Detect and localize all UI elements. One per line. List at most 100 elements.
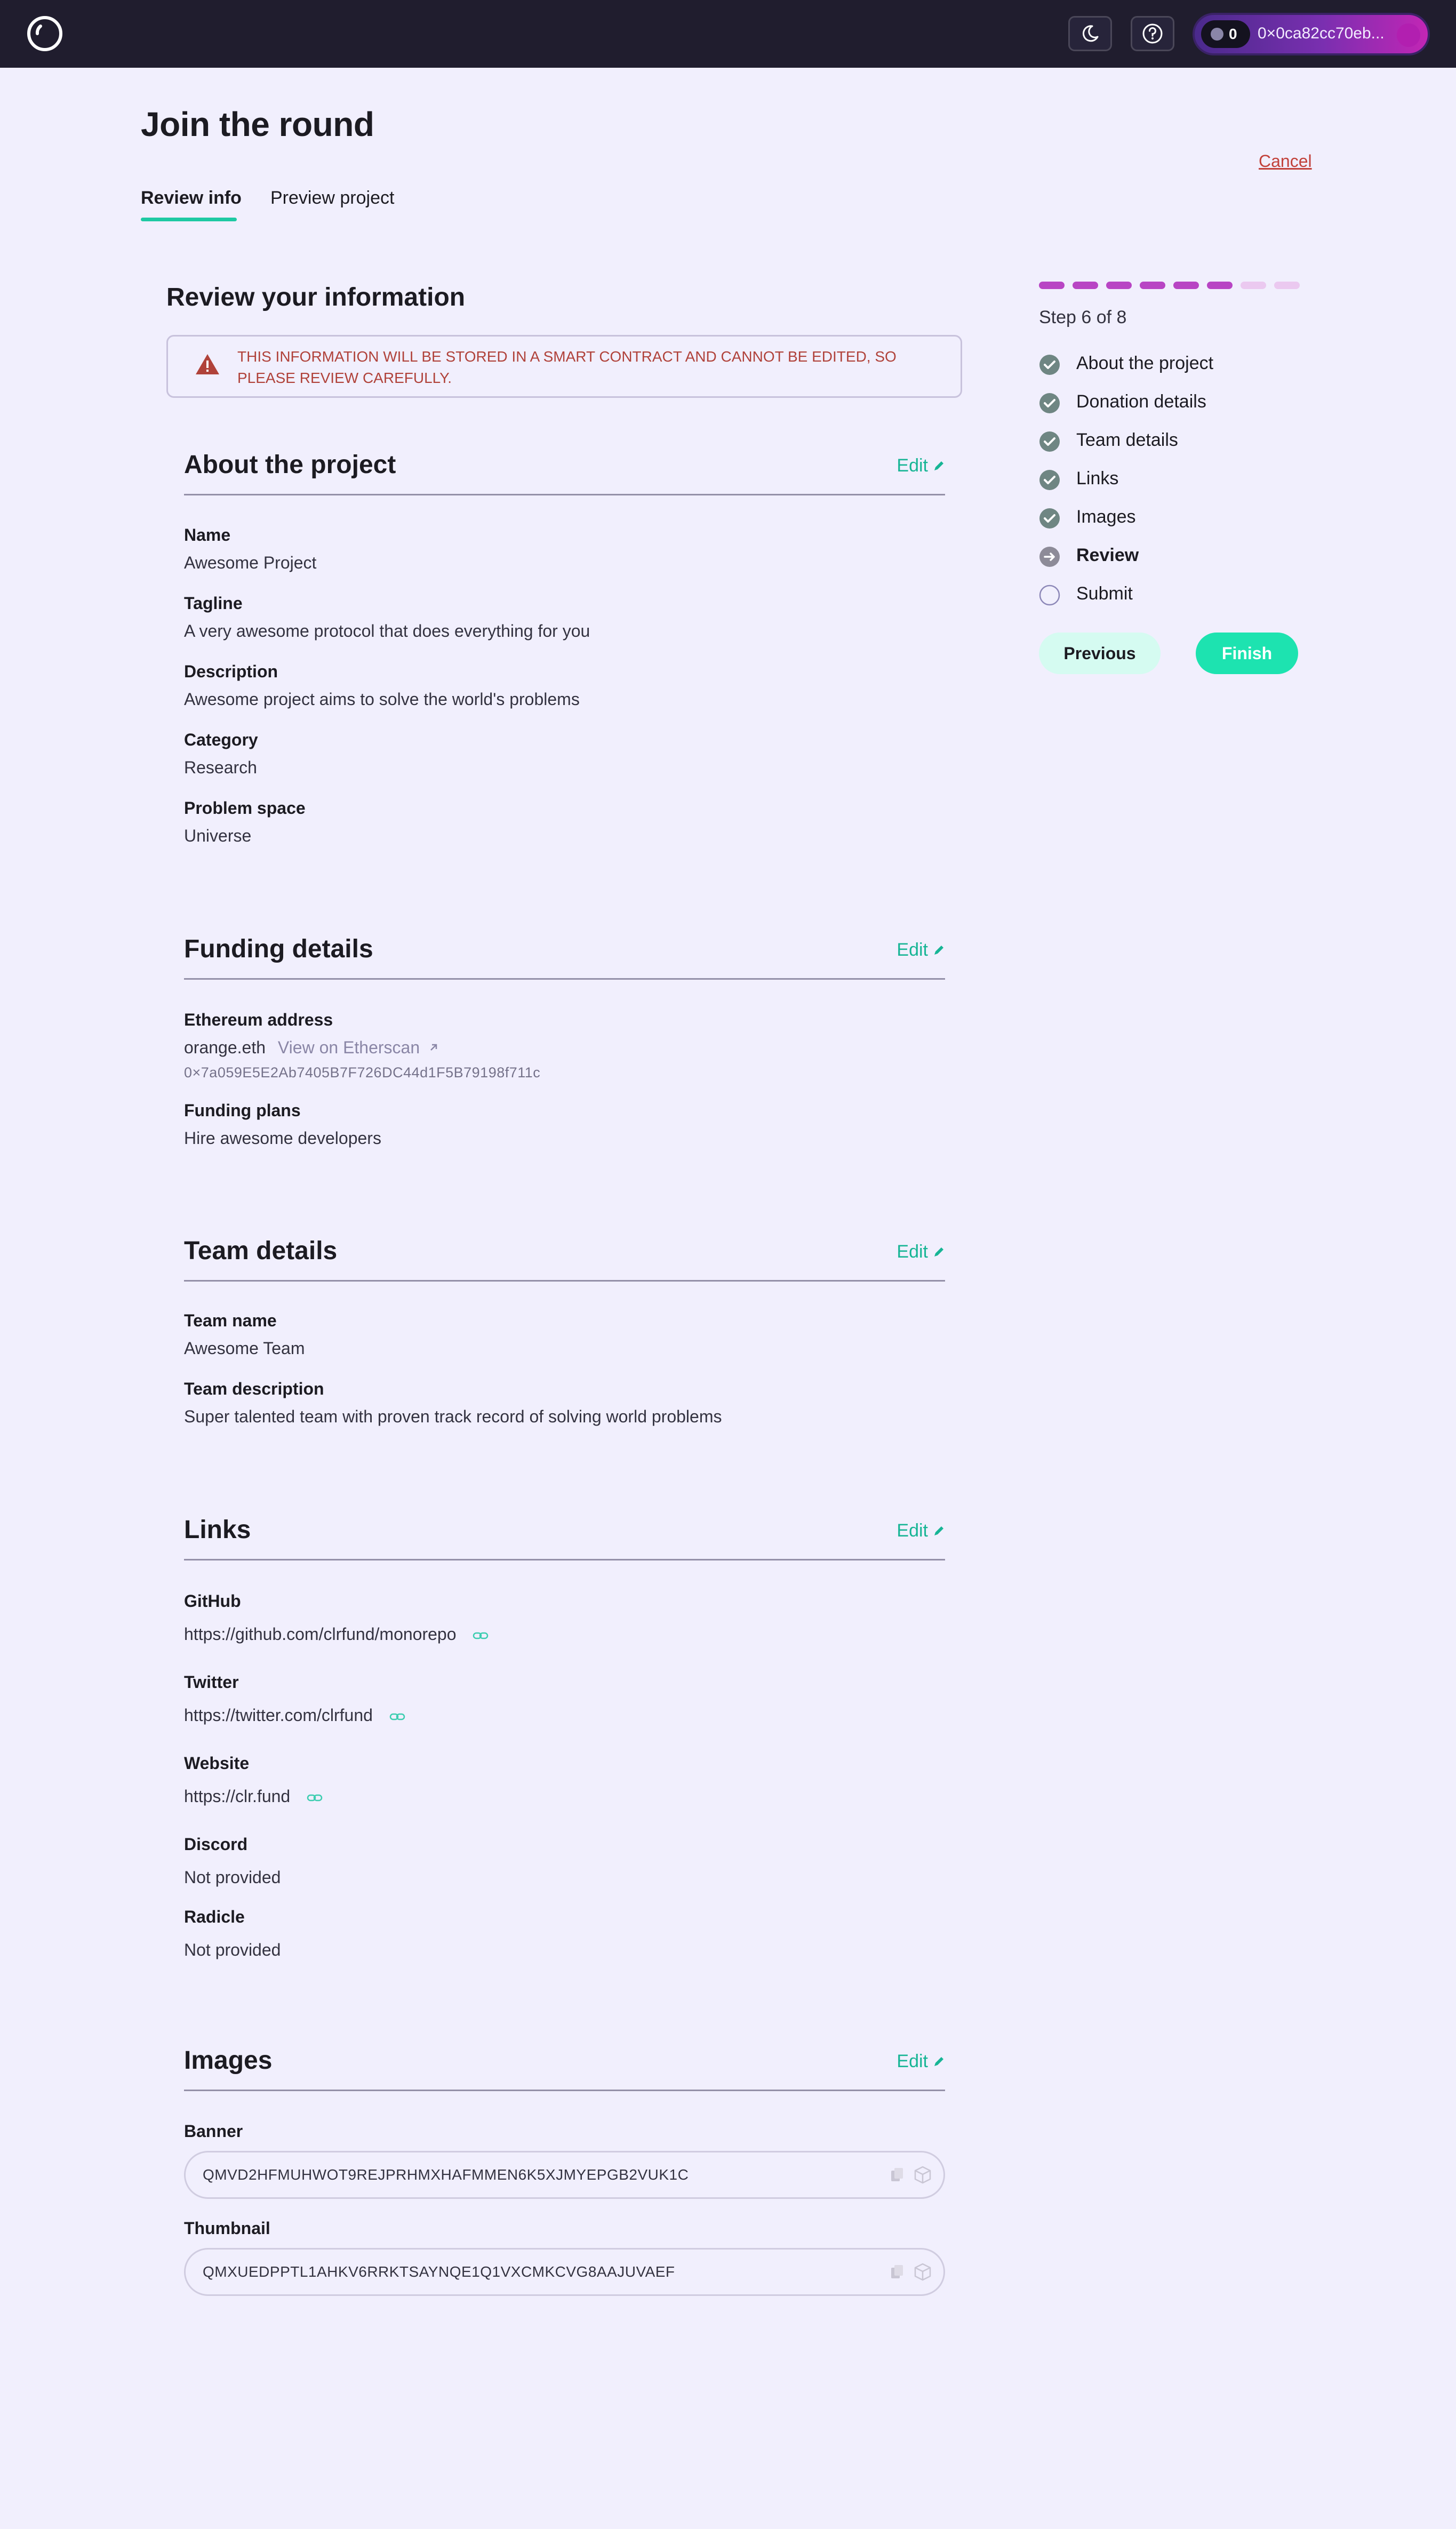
ipfs-cube-icon[interactable] xyxy=(914,2262,932,2282)
check-circle-icon xyxy=(1039,355,1060,375)
empty-circle-icon xyxy=(1039,585,1060,606)
field-label: Banner xyxy=(184,2122,243,2141)
cancel-link[interactable]: Cancel xyxy=(1259,151,1312,171)
section-header: Funding details Edit xyxy=(184,927,945,980)
field-value: Research xyxy=(184,758,257,777)
field-label: Tagline xyxy=(184,594,243,613)
check-circle-icon xyxy=(1039,393,1060,413)
page-title: Join the round xyxy=(141,105,374,143)
field-value: Not provided xyxy=(184,1940,281,1959)
check-circle-icon xyxy=(1039,470,1060,490)
field-label: Twitter xyxy=(184,1672,239,1692)
wallet-balance-value: 0 xyxy=(1229,26,1237,42)
images-section: Images Edit Banner QMVD2HFMUHWOT9REJPRHM… xyxy=(184,2038,945,2296)
field-label: Thumbnail xyxy=(184,2219,270,2238)
check-circle-icon xyxy=(1039,508,1060,529)
funding-details-section: Funding details Edit Ethereum address or… xyxy=(184,927,945,1148)
wallet-avatar xyxy=(1397,23,1420,47)
etherscan-label: View on Etherscan xyxy=(277,1038,420,1057)
copy-icon[interactable] xyxy=(889,2166,905,2183)
etherscan-link[interactable]: View on Etherscan xyxy=(278,1038,439,1057)
check-circle-icon xyxy=(1039,431,1060,452)
step-label: Donation details xyxy=(1076,391,1206,412)
field-value: Hire awesome developers xyxy=(184,1129,381,1148)
ens-name: orange.eth xyxy=(184,1038,266,1057)
finish-button[interactable]: Finish xyxy=(1196,633,1298,674)
twitter-link[interactable]: https://twitter.com/clrfund xyxy=(184,1706,373,1725)
website-link-row: https://clr.fund xyxy=(184,1787,323,1806)
field-label: Radicle xyxy=(184,1907,245,1926)
ipfs-cube-icon[interactable] xyxy=(914,2165,932,2184)
section-title: About the project xyxy=(184,451,396,479)
help-button[interactable] xyxy=(1131,16,1174,51)
section-title: Team details xyxy=(184,1237,338,1265)
field-label: Team description xyxy=(184,1379,324,1398)
chain-link-icon[interactable] xyxy=(473,1631,489,1640)
section-header: Team details Edit xyxy=(184,1229,945,1282)
section-header: Links Edit xyxy=(184,1508,945,1560)
field-label: Ethereum address xyxy=(184,1010,333,1029)
section-header: About the project Edit xyxy=(184,443,945,495)
step-label: Links xyxy=(1076,468,1119,489)
chain-link-icon[interactable] xyxy=(307,1794,323,1802)
edit-label: Edit xyxy=(897,2051,928,2071)
warning-triangle-icon xyxy=(196,354,219,374)
wallet-address: 0×0ca82cc70eb... xyxy=(1258,25,1385,42)
field-value: A very awesome protocol that does everyt… xyxy=(184,621,590,641)
links-section: Links Edit GitHub https://github.com/clr… xyxy=(184,1508,945,1959)
question-circle-icon xyxy=(1142,23,1163,44)
section-title: Images xyxy=(184,2046,273,2075)
field-label: Website xyxy=(184,1754,250,1773)
review-heading: Review your information xyxy=(166,283,466,311)
progress-segment xyxy=(1241,282,1266,289)
edit-label: Edit xyxy=(897,1520,928,1541)
section-title: Funding details xyxy=(184,935,373,963)
thumbnail-hash-field: QMXUEDPPTL1AHKV6RRKTSAYNQE1Q1VXCMKCVG8AA… xyxy=(184,2248,945,2296)
edit-team-button[interactable]: Edit xyxy=(897,1242,945,1262)
field-label: GitHub xyxy=(184,1591,241,1611)
field-value: Awesome Project xyxy=(184,553,317,572)
warning-banner: THIS INFORMATION WILL BE STORED IN A SMA… xyxy=(166,335,962,398)
pencil-icon xyxy=(934,1247,943,1257)
progress-segment xyxy=(1173,282,1199,289)
edit-funding-button[interactable]: Edit xyxy=(897,940,945,961)
edit-label: Edit xyxy=(897,1242,928,1262)
field-label: Team name xyxy=(184,1311,277,1330)
field-value: Awesome project aims to solve the world'… xyxy=(184,690,580,709)
ethereum-address: 0×7a059E5E2Ab7405B7F726DC44d1F5B79198f71… xyxy=(184,1065,541,1081)
step-label: About the project xyxy=(1076,353,1214,373)
edit-links-button[interactable]: Edit xyxy=(897,1520,945,1541)
github-link-row: https://github.com/clrfund/monorepo xyxy=(184,1624,489,1644)
progress-segment xyxy=(1073,282,1098,289)
field-label: Category xyxy=(184,730,258,749)
banner-hash: QMVD2HFMUHWOT9REJPRHMXHAFMMEN6K5XJMYEPGB… xyxy=(203,2166,689,2183)
progress-segment xyxy=(1140,282,1165,289)
tab-preview-project[interactable]: Preview project xyxy=(270,188,394,209)
github-link[interactable]: https://github.com/clrfund/monorepo xyxy=(184,1624,457,1644)
theme-toggle-button[interactable] xyxy=(1068,16,1112,51)
field-value: Super talented team with proven track re… xyxy=(184,1407,722,1426)
previous-button[interactable]: Previous xyxy=(1039,633,1161,674)
banner-hash-field: QMVD2HFMUHWOT9REJPRHMXHAFMMEN6K5XJMYEPGB… xyxy=(184,2151,945,2199)
step-label: Team details xyxy=(1076,430,1178,450)
section-header: Images Edit xyxy=(184,2038,945,2091)
field-label: Description xyxy=(184,662,278,681)
edit-images-button[interactable]: Edit xyxy=(897,2051,945,2072)
tab-review-info[interactable]: Review info xyxy=(141,188,242,209)
field-value: Universe xyxy=(184,826,252,845)
step-label: Submit xyxy=(1076,583,1133,604)
clr-fund-logo-icon[interactable] xyxy=(26,14,64,53)
chain-link-icon[interactable] xyxy=(389,1712,405,1721)
field-label: Name xyxy=(184,525,231,545)
edit-about-button[interactable]: Edit xyxy=(897,455,945,476)
website-link[interactable]: https://clr.fund xyxy=(184,1787,290,1806)
step-label: Images xyxy=(1076,507,1136,527)
wallet-button[interactable]: 0 0×0ca82cc70eb... xyxy=(1193,13,1430,55)
pencil-icon xyxy=(934,946,943,955)
arrow-circle-icon xyxy=(1039,547,1060,567)
copy-icon[interactable] xyxy=(889,2263,905,2280)
progress-segment xyxy=(1207,282,1233,289)
twitter-link-row: https://twitter.com/clrfund xyxy=(184,1706,405,1725)
wallet-balance: 0 xyxy=(1201,20,1250,48)
pencil-icon xyxy=(934,461,943,470)
